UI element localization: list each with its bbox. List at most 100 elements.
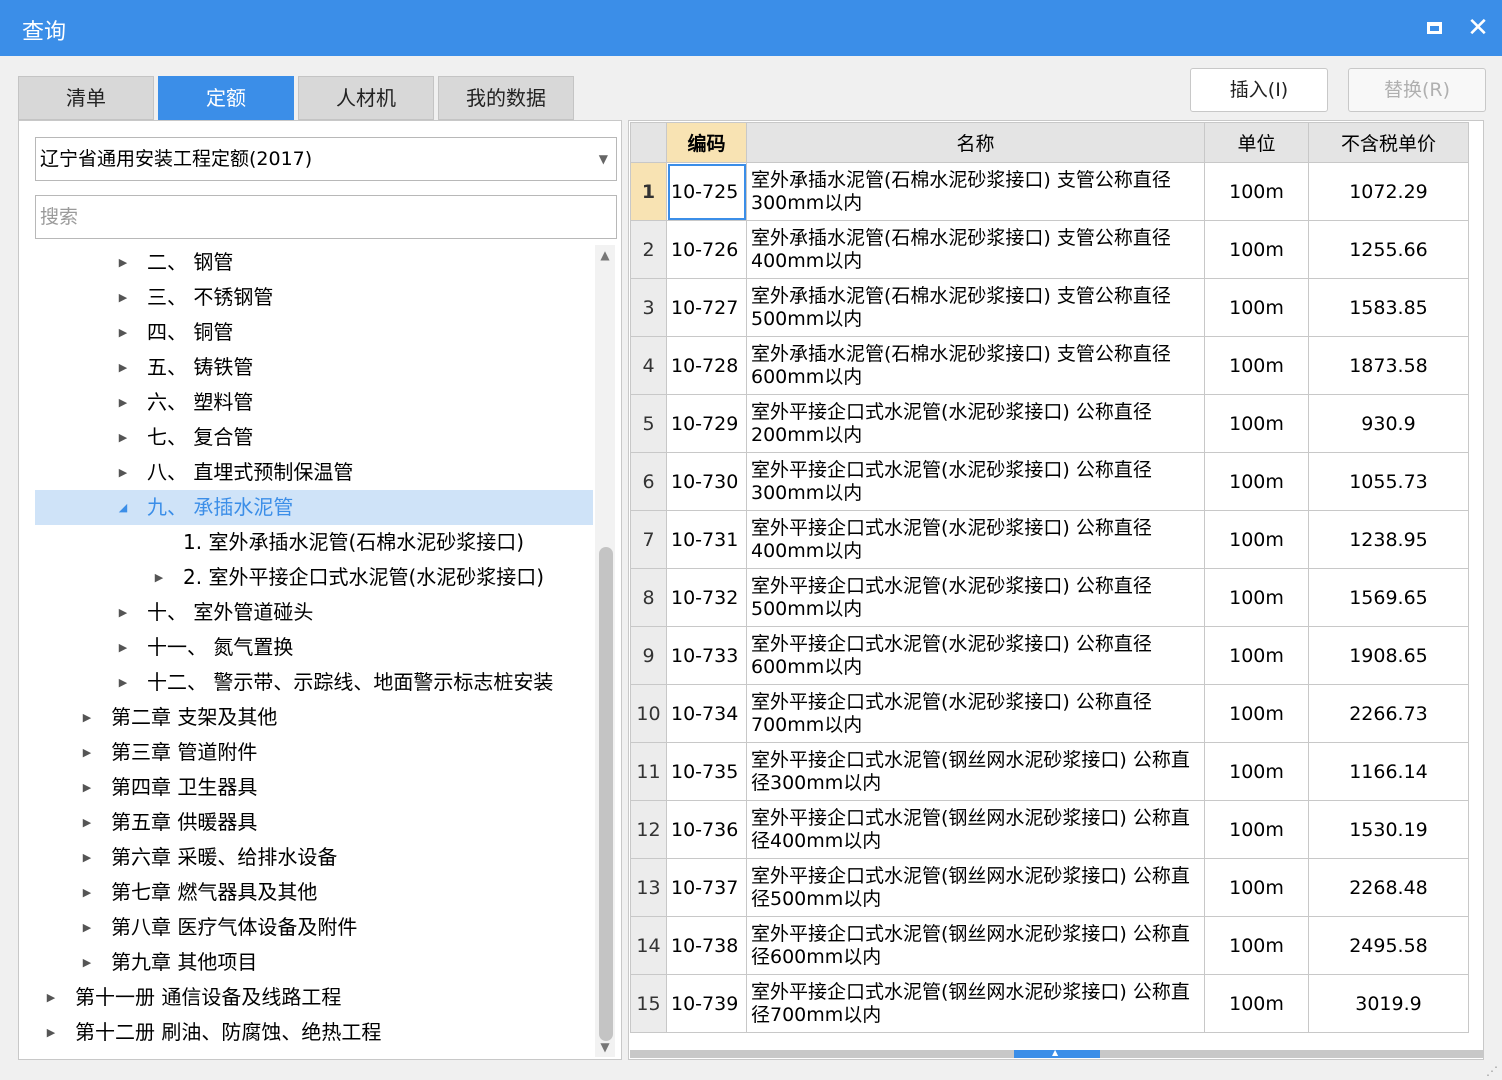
tree-node[interactable]: ▶ 第八章 医疗气体设备及附件 bbox=[35, 910, 593, 945]
tree-node[interactable]: 1. 室外承插水泥管(石棉水泥砂浆接口) bbox=[35, 525, 593, 560]
cell-name: 室外平接企口式水泥管(钢丝网水泥砂浆接口) 公称直径600mm以内 bbox=[746, 916, 1205, 975]
table-row[interactable]: 9 10-733 室外平接企口式水泥管(水泥砂浆接口) 公称直径600mm以内 100… bbox=[630, 626, 1469, 685]
collapse-triangle-icon[interactable]: ▶ bbox=[79, 735, 95, 770]
cell-code: 10-730 bbox=[666, 452, 747, 511]
collapse-triangle-icon[interactable]: ▶ bbox=[115, 420, 131, 455]
collapse-triangle-icon[interactable]: ▶ bbox=[79, 805, 95, 840]
cell-code: 10-726 bbox=[666, 220, 747, 279]
cell-name: 室外承插水泥管(石棉水泥砂浆接口) 支管公称直径300mm以内 bbox=[746, 162, 1205, 221]
maximize-button[interactable] bbox=[1418, 12, 1450, 44]
table-row[interactable]: 6 10-730 室外平接企口式水泥管(水泥砂浆接口) 公称直径300mm以内 100… bbox=[630, 452, 1469, 511]
table-row[interactable]: 8 10-732 室外平接企口式水泥管(水泥砂浆接口) 公称直径500mm以内 100… bbox=[630, 568, 1469, 627]
tree-node[interactable]: ▶ 五、 铸铁管 bbox=[35, 350, 593, 385]
collapse-triangle-icon[interactable]: ▶ bbox=[115, 595, 131, 630]
tree-node[interactable]: ▶ 十、 室外管道碰头 bbox=[35, 595, 593, 630]
tree-node[interactable]: ▶ 第二章 支架及其他 bbox=[35, 700, 593, 735]
scroll-up-icon[interactable]: ▲ bbox=[595, 245, 615, 265]
tree-node[interactable]: ▶ 六、 塑料管 bbox=[35, 385, 593, 420]
expand-triangle-icon[interactable]: ◢ bbox=[115, 490, 131, 525]
collapse-triangle-icon[interactable]: ▶ bbox=[79, 875, 95, 910]
tree-node[interactable]: ▶ 第十二册 刷油、防腐蚀、绝热工程 bbox=[35, 1015, 593, 1050]
quota-tree-panel: 辽宁省通用安装工程定额(2017) ▼ ▶ 二、 钢管 ▶ 三、 不锈钢管 ▶ 四、 铜管… bbox=[18, 120, 622, 1060]
tree-node[interactable]: ▶ 第九章 其他项目 bbox=[35, 945, 593, 980]
table-row[interactable]: 7 10-731 室外平接企口式水泥管(水泥砂浆接口) 公称直径400mm以内 100… bbox=[630, 510, 1469, 569]
collapse-triangle-icon[interactable]: ▶ bbox=[79, 945, 95, 980]
column-header-code[interactable]: 编码 bbox=[666, 122, 747, 163]
collapse-triangle-icon[interactable]: ▶ bbox=[115, 385, 131, 420]
grid-scrollbar[interactable]: ▲ bbox=[630, 1048, 1484, 1058]
tree-node[interactable]: ▶ 第三章 管道附件 bbox=[35, 735, 593, 770]
collapse-triangle-icon[interactable]: ▶ bbox=[115, 665, 131, 700]
tree-scrollbar[interactable]: ▲ ▼ bbox=[595, 245, 615, 1057]
tree-node[interactable]: ◢ 九、 承插水泥管 bbox=[35, 490, 593, 525]
tree-node[interactable]: ▶ 十一、 氮气置换 bbox=[35, 630, 593, 665]
scrollbar-thumb[interactable] bbox=[599, 547, 613, 1041]
table-row[interactable]: 2 10-726 室外承插水泥管(石棉水泥砂浆接口) 支管公称直径400mm以内 10… bbox=[630, 220, 1469, 279]
table-row[interactable]: 11 10-735 室外平接企口式水泥管(钢丝网水泥砂浆接口) 公称直径300mm以… bbox=[630, 742, 1469, 801]
collapse-triangle-icon[interactable]: ▶ bbox=[115, 280, 131, 315]
tree-node-label: 第六章 采暖、给排水设备 bbox=[111, 845, 338, 869]
table-row[interactable]: 12 10-736 室外平接企口式水泥管(钢丝网水泥砂浆接口) 公称直径400mm以… bbox=[630, 800, 1469, 859]
tree-node[interactable]: ▶ 三、 不锈钢管 bbox=[35, 280, 593, 315]
collapse-triangle-icon[interactable]: ▶ bbox=[43, 980, 59, 1015]
scroll-down-icon[interactable]: ▼ bbox=[595, 1037, 615, 1057]
tree-node[interactable]: ▶ 第七章 燃气器具及其他 bbox=[35, 875, 593, 910]
cell-price: 1583.85 bbox=[1308, 278, 1469, 337]
table-row[interactable]: 14 10-738 室外平接企口式水泥管(钢丝网水泥砂浆接口) 公称直径600mm以… bbox=[630, 916, 1469, 975]
cell-code: 10-728 bbox=[666, 336, 747, 395]
tree-node[interactable]: ▶ 第五章 供暖器具 bbox=[35, 805, 593, 840]
quota-library-select[interactable]: 辽宁省通用安装工程定额(2017) ▼ bbox=[35, 137, 617, 181]
collapse-triangle-icon[interactable]: ▶ bbox=[43, 1015, 59, 1050]
table-row[interactable]: 4 10-728 室外承插水泥管(石棉水泥砂浆接口) 支管公称直径600mm以内 10… bbox=[630, 336, 1469, 395]
tree-node[interactable]: ▶ 第四章 卫生器具 bbox=[35, 770, 593, 805]
table-row[interactable]: 1 10-725 室外承插水泥管(石棉水泥砂浆接口) 支管公称直径300mm以内 10… bbox=[630, 162, 1469, 221]
close-button[interactable]: ✕ bbox=[1462, 12, 1494, 44]
table-row[interactable]: 13 10-737 室外平接企口式水泥管(钢丝网水泥砂浆接口) 公称直径500mm以… bbox=[630, 858, 1469, 917]
column-header-name[interactable]: 名称 bbox=[746, 122, 1205, 163]
collapse-triangle-icon[interactable]: ▶ bbox=[79, 910, 95, 945]
table-row[interactable]: 3 10-727 室外承插水泥管(石棉水泥砂浆接口) 支管公称直径500mm以内 10… bbox=[630, 278, 1469, 337]
collapse-triangle-icon[interactable]: ▶ bbox=[79, 700, 95, 735]
insert-button[interactable]: 插入(I) bbox=[1190, 68, 1328, 112]
collapse-triangle-icon[interactable]: ▶ bbox=[115, 315, 131, 350]
row-index: 3 bbox=[630, 278, 667, 337]
column-header-price[interactable]: 不含税单价 bbox=[1308, 122, 1469, 163]
cell-price: 2266.73 bbox=[1308, 684, 1469, 743]
tab-quota[interactable]: 定额 bbox=[158, 76, 294, 120]
table-row[interactable]: 15 10-739 室外平接企口式水泥管(钢丝网水泥砂浆接口) 公称直径700mm以… bbox=[630, 974, 1469, 1033]
tree-node[interactable]: ▶ 2. 室外平接企口式水泥管(水泥砂浆接口) bbox=[35, 560, 593, 595]
table-row[interactable]: 5 10-729 室外平接企口式水泥管(水泥砂浆接口) 公称直径200mm以内 100… bbox=[630, 394, 1469, 453]
scrollbar-thumb[interactable]: ▲ bbox=[1014, 1048, 1100, 1058]
collapse-triangle-icon[interactable]: ▶ bbox=[115, 455, 131, 490]
tree-node[interactable]: ▶ 七、 复合管 bbox=[35, 420, 593, 455]
tree-node[interactable]: ▶ 四、 铜管 bbox=[35, 315, 593, 350]
collapse-triangle-icon[interactable]: ▶ bbox=[79, 840, 95, 875]
tree-node[interactable]: ▶ 十二、 警示带、示踪线、地面警示标志桩安装 bbox=[35, 665, 593, 700]
column-header-unit[interactable]: 单位 bbox=[1204, 122, 1309, 163]
table-header-row: 编码 名称 单位 不含税单价 bbox=[630, 122, 1469, 163]
collapse-triangle-icon[interactable]: ▶ bbox=[79, 770, 95, 805]
collapse-triangle-icon[interactable]: ▶ bbox=[151, 560, 167, 595]
tree-node[interactable]: ▶ 第六章 采暖、给排水设备 bbox=[35, 840, 593, 875]
cell-code: 10-737 bbox=[666, 858, 747, 917]
resize-grip-icon[interactable]: ⋰ bbox=[1486, 1064, 1498, 1078]
cell-code: 10-729 bbox=[666, 394, 747, 453]
cell-name: 室外平接企口式水泥管(水泥砂浆接口) 公称直径300mm以内 bbox=[746, 452, 1205, 511]
tab-bill[interactable]: 清单 bbox=[18, 76, 154, 120]
tree-node[interactable]: ▶ 八、 直埋式预制保温管 bbox=[35, 455, 593, 490]
tree-node-label: 四、 铜管 bbox=[147, 320, 234, 344]
tab-labor-material-machine[interactable]: 人材机 bbox=[298, 76, 434, 120]
cell-price: 3019.9 bbox=[1308, 974, 1469, 1033]
tree-node[interactable]: ▶ 第十一册 通信设备及线路工程 bbox=[35, 980, 593, 1015]
tree-node[interactable]: ▶ 二、 钢管 bbox=[35, 245, 593, 280]
collapse-triangle-icon[interactable]: ▶ bbox=[115, 245, 131, 280]
replace-button[interactable]: 替换(R) bbox=[1348, 68, 1486, 112]
search-input[interactable] bbox=[35, 195, 617, 239]
cell-code: 10-725 bbox=[666, 162, 747, 221]
row-index: 14 bbox=[630, 916, 667, 975]
collapse-triangle-icon[interactable]: ▶ bbox=[115, 350, 131, 385]
table-row[interactable]: 10 10-734 室外平接企口式水泥管(水泥砂浆接口) 公称直径700mm以内 10… bbox=[630, 684, 1469, 743]
tab-my-data[interactable]: 我的数据 bbox=[438, 76, 574, 120]
row-index: 7 bbox=[630, 510, 667, 569]
collapse-triangle-icon[interactable]: ▶ bbox=[115, 630, 131, 665]
